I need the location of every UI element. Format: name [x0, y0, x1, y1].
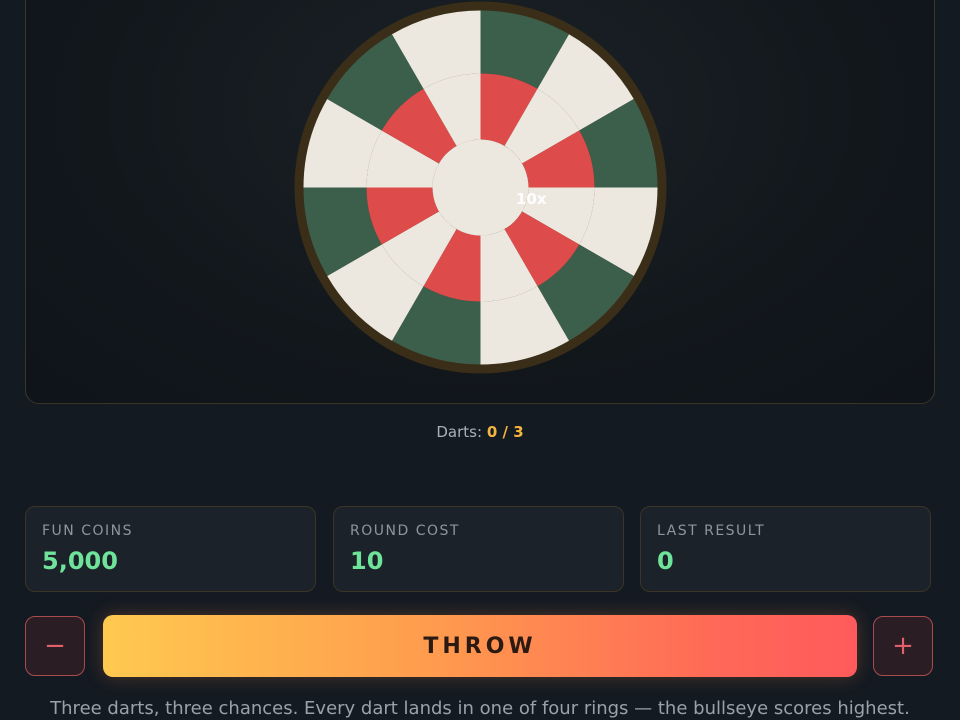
- round-cost-card: ROUND COST 10: [333, 506, 624, 592]
- bullseye: [432, 139, 529, 236]
- darts-label: Darts:: [436, 423, 483, 441]
- help-text: Three darts, three chances. Every dart l…: [50, 698, 910, 719]
- darts-counter: Darts: 0 / 3: [0, 423, 960, 441]
- last-result-card: LAST RESULT 0: [640, 506, 931, 592]
- round-cost-label: ROUND COST: [350, 523, 460, 539]
- darts-count: 0 / 3: [486, 423, 524, 441]
- round-cost-value: 10: [350, 547, 384, 575]
- decrease-bet-button[interactable]: −: [25, 616, 85, 676]
- dartboard-stage: 10x: [25, 0, 935, 404]
- throw-button[interactable]: THROW: [103, 615, 857, 677]
- fun-coins-card: FUN COINS 5,000: [25, 506, 316, 592]
- dartboard: [293, 0, 668, 375]
- fun-coins-label: FUN COINS: [42, 523, 134, 539]
- increase-bet-button[interactable]: +: [873, 616, 933, 676]
- dartboard-svg: [294, 1, 667, 374]
- last-result-value: 0: [657, 547, 674, 575]
- bullseye-multiplier-label: 10x: [516, 190, 547, 208]
- last-result-label: LAST RESULT: [657, 523, 766, 539]
- fun-coins-value: 5,000: [42, 547, 118, 575]
